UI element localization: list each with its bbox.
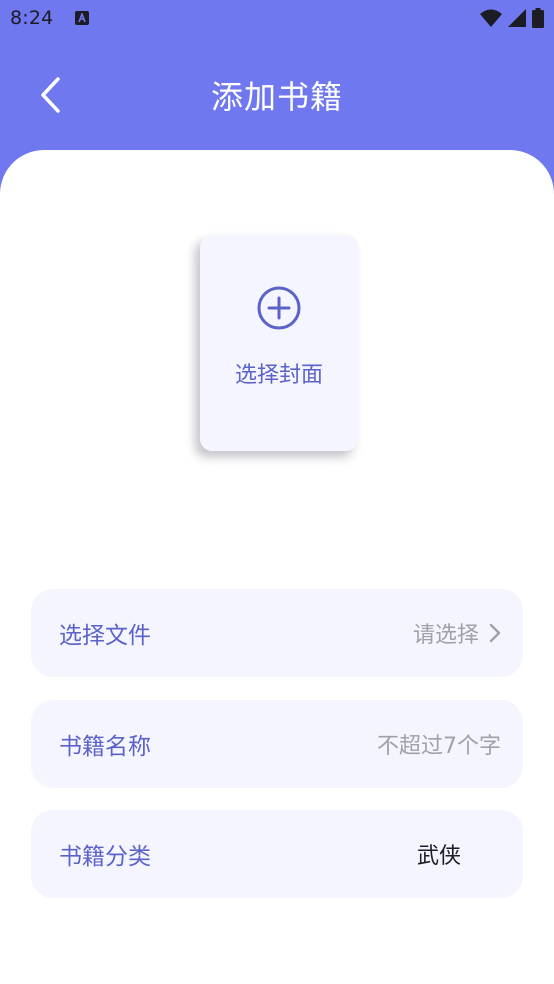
title-bar: 添加书籍 (0, 58, 554, 132)
signal-icon (508, 9, 526, 27)
status-icons (480, 8, 544, 28)
battery-icon (532, 8, 544, 28)
chevron-right-icon (489, 623, 501, 643)
book-name-label: 书籍名称 (59, 734, 151, 760)
select-cover-button[interactable]: 选择封面 (200, 235, 358, 451)
select-file-placeholder: 请选择 (412, 623, 479, 648)
book-name-row[interactable]: 书籍名称 不超过7个字 (31, 700, 523, 788)
back-arrow-icon (41, 77, 60, 113)
wifi-icon (480, 9, 502, 27)
book-category-row[interactable]: 书籍分类 武侠 (31, 810, 523, 898)
notification-a-icon (75, 11, 90, 25)
select-file-label: 选择文件 (59, 623, 151, 649)
book-category-label: 书籍分类 (59, 844, 151, 870)
status-time: 8:24 (10, 7, 54, 29)
screen: 8:24 添加书籍 选择封面 选择文件 请选择 书籍名称 不超过7个字 书籍分类… (0, 0, 554, 984)
status-bar: 8:24 (0, 0, 554, 36)
page-title: 添加书籍 (210, 78, 343, 116)
select-file-value: 请选择 (413, 617, 501, 649)
back-button[interactable] (30, 74, 70, 116)
select-file-row[interactable]: 选择文件 请选择 (31, 589, 523, 677)
add-circle-icon (257, 286, 301, 330)
content-panel: 选择封面 选择文件 请选择 书籍名称 不超过7个字 书籍分类 武侠 (0, 150, 554, 984)
select-cover-label: 选择封面 (234, 363, 323, 388)
book-name-input[interactable]: 不超过7个字 (377, 728, 501, 760)
book-category-value[interactable]: 武侠 (417, 838, 461, 870)
